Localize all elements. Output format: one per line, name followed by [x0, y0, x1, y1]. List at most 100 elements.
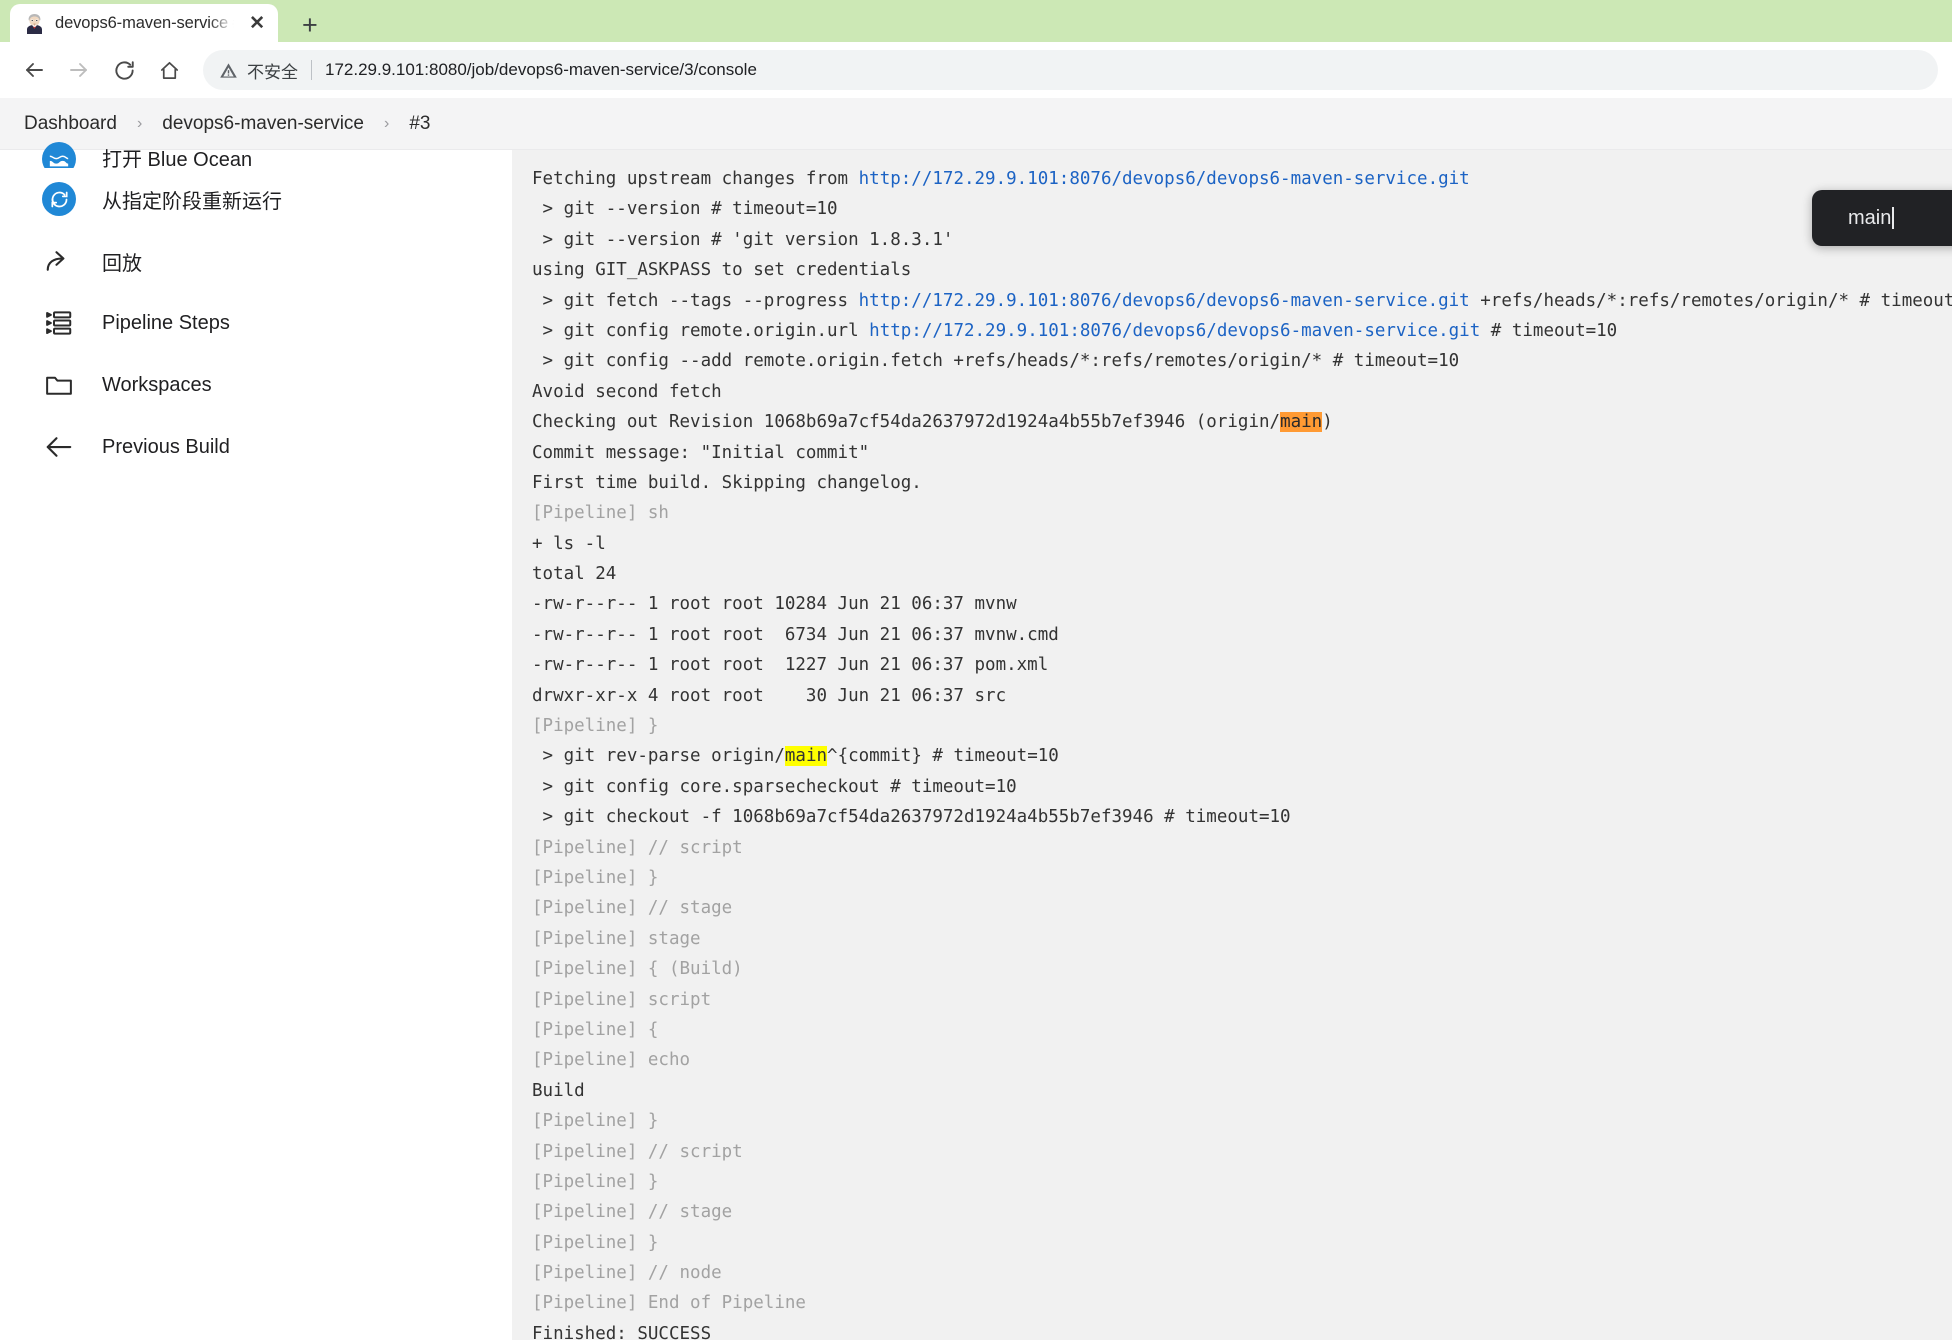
close-icon[interactable]: ✕: [244, 12, 270, 35]
console-text: drwxr-xr-x 4 root root 30 Jun 21 06:37 s…: [532, 685, 1007, 706]
console-line: -rw-r--r-- 1 root root 6734 Jun 21 06:37…: [532, 620, 1952, 650]
console-text: [Pipeline] }: [532, 716, 659, 737]
chevron-right-icon: ›: [136, 114, 143, 132]
console-text: -rw-r--r-- 1 root root 6734 Jun 21 06:37…: [532, 624, 1059, 645]
console-text: [Pipeline] }: [532, 1171, 659, 1192]
sidebar-item-workspaces[interactable]: Workspaces: [0, 354, 512, 416]
browser-tab[interactable]: devops6-maven-service #3 Co ✕: [10, 4, 278, 42]
console-text: Fetching upstream changes from: [532, 169, 859, 189]
console-line: First time build. Skipping changelog.: [532, 468, 1952, 498]
console-text: [Pipeline] echo: [532, 1050, 691, 1071]
console-text: First time build. Skipping changelog.: [532, 472, 922, 493]
tab-strip: devops6-maven-service #3 Co ✕ +: [0, 0, 1952, 42]
new-tab-button[interactable]: +: [302, 12, 318, 39]
console-text: [Pipeline] script: [532, 989, 712, 1010]
console-line: Avoid second fetch: [532, 377, 1952, 407]
sidebar-item-label: 回放: [102, 252, 142, 275]
sidebar-item-blue-ocean[interactable]: 打开 Blue Ocean: [0, 134, 512, 168]
sidebar-item-label: Pipeline Steps: [102, 311, 230, 334]
browser-window: devops6-maven-service #3 Co ✕ + 不安全 172.…: [0, 0, 1952, 1340]
sidebar-item-label: Workspaces: [102, 373, 212, 396]
console-line: [Pipeline] // script: [532, 833, 1952, 863]
console-line: > git config --add remote.origin.fetch +…: [532, 346, 1952, 376]
home-icon[interactable]: [149, 50, 189, 90]
console-text: [Pipeline] {: [532, 1019, 659, 1040]
console-line: > git --version # 'git version 1.8.3.1': [532, 225, 1952, 255]
console-line: [Pipeline] { (Build): [532, 954, 1952, 984]
console-text: [Pipeline] End of Pipeline: [532, 1293, 806, 1314]
back-icon[interactable]: [14, 50, 54, 90]
sidebar-item-pipeline-steps[interactable]: Pipeline Steps: [0, 292, 512, 354]
console-line: [Pipeline] }: [532, 1106, 1952, 1136]
sidebar: 打开 Blue Ocean 从指定阶段重新运行 回放 Pipeline Step…: [0, 142, 512, 1340]
console-text: > git config core.sparsecheckout # timeo…: [532, 776, 1017, 797]
breadcrumb-item-build[interactable]: #3: [405, 113, 434, 135]
console-line: Build: [532, 1076, 1952, 1106]
breadcrumb-item-dashboard[interactable]: Dashboard: [20, 113, 121, 135]
console-line: > git fetch --tags --progress http://172…: [532, 286, 1952, 316]
console-text: [Pipeline] sh: [532, 503, 669, 524]
blue-ocean-icon: [42, 142, 76, 168]
console-line: > git config core.sparsecheckout # timeo…: [532, 772, 1952, 802]
console-text: > git config remote.origin.url: [532, 320, 870, 341]
console-line: using GIT_ASKPASS to set credentials: [532, 255, 1952, 285]
tab-title: devops6-maven-service #3 Co: [55, 13, 234, 32]
console-text: [Pipeline] // node: [532, 1263, 722, 1284]
console-text: +refs/heads/*:refs/remotes/origin/* # ti…: [1469, 290, 1952, 311]
console-line: Fetching upstream changes from http://17…: [532, 164, 1952, 194]
sidebar-item-replay[interactable]: 回放: [0, 230, 512, 292]
console-line: Finished: SUCCESS: [532, 1319, 1952, 1340]
find-input[interactable]: main: [1848, 207, 1891, 230]
sidebar-item-previous-build[interactable]: Previous Build: [0, 416, 512, 478]
browser-toolbar: 不安全 172.29.9.101:8080/job/devops6-maven-…: [0, 42, 1952, 98]
console-text: [Pipeline] // stage: [532, 898, 733, 919]
address-bar[interactable]: 不安全 172.29.9.101:8080/job/devops6-maven-…: [203, 50, 1938, 90]
sidebar-item-restart-from-stage[interactable]: 从指定阶段重新运行: [0, 168, 512, 230]
console-line: [Pipeline] stage: [532, 924, 1952, 954]
text-cursor: [1892, 207, 1895, 229]
breadcrumb-item-job[interactable]: devops6-maven-service: [158, 113, 368, 135]
reload-icon[interactable]: [104, 50, 144, 90]
console-line: [Pipeline] // stage: [532, 1197, 1952, 1227]
console-line: [Pipeline] // stage: [532, 893, 1952, 923]
console-line: Checking out Revision 1068b69a7cf54da263…: [532, 407, 1952, 437]
console-line: + ls -l: [532, 529, 1952, 559]
console-line: > git config remote.origin.url http://17…: [532, 316, 1952, 346]
console-output-text: Fetching upstream changes from http://17…: [520, 164, 1952, 1340]
omnibox-divider: [311, 60, 312, 80]
sidebar-item-label: 打开 Blue Ocean: [102, 149, 253, 168]
console-line: [Pipeline] }: [532, 711, 1952, 741]
arrow-left-icon: [42, 430, 76, 464]
console-line: [Pipeline] // node: [532, 1258, 1952, 1288]
pipeline-steps-icon: [42, 306, 76, 340]
console-output-pane[interactable]: Fetching upstream changes from http://17…: [512, 150, 1952, 1340]
console-link[interactable]: http://172.29.9.101:8076/devops6/devops6…: [869, 321, 1480, 341]
console-line: [Pipeline] // script: [532, 1137, 1952, 1167]
console-line: [Pipeline] {: [532, 1015, 1952, 1045]
console-link[interactable]: http://172.29.9.101:8076/devops6/devops6…: [859, 291, 1470, 311]
console-text: [Pipeline] }: [532, 1232, 659, 1253]
console-line: [Pipeline] End of Pipeline: [532, 1288, 1952, 1318]
folder-icon: [42, 368, 76, 402]
find-in-page-bar[interactable]: main: [1812, 190, 1952, 246]
console-text: total 24: [532, 564, 617, 585]
console-line: [Pipeline] }: [532, 1228, 1952, 1258]
console-line: [Pipeline] }: [532, 1167, 1952, 1197]
forward-icon[interactable]: [59, 50, 99, 90]
console-line: > git checkout -f 1068b69a7cf54da2637972…: [532, 802, 1952, 832]
console-line: total 24: [532, 559, 1952, 589]
find-highlight-active: main: [784, 746, 828, 767]
console-link[interactable]: http://172.29.9.101:8076/devops6/devops6…: [859, 169, 1470, 189]
console-line: drwxr-xr-x 4 root root 30 Jun 21 06:37 s…: [532, 681, 1952, 711]
console-text: + ls -l: [532, 533, 606, 554]
console-text: # timeout=10: [1480, 320, 1618, 341]
console-text: -rw-r--r-- 1 root root 10284 Jun 21 06:3…: [532, 594, 1017, 615]
find-highlight-match: main: [1280, 412, 1323, 433]
console-line: [Pipeline] sh: [532, 498, 1952, 528]
console-text: -rw-r--r-- 1 root root 1227 Jun 21 06:37…: [532, 655, 1049, 676]
console-line: [Pipeline] }: [532, 863, 1952, 893]
console-text: ^{commit} # timeout=10: [827, 746, 1059, 767]
console-text: > git config --add remote.origin.fetch +…: [532, 351, 1460, 372]
console-text: [Pipeline] stage: [532, 928, 701, 949]
console-line: > git rev-parse origin/main^{commit} # t…: [532, 741, 1952, 771]
